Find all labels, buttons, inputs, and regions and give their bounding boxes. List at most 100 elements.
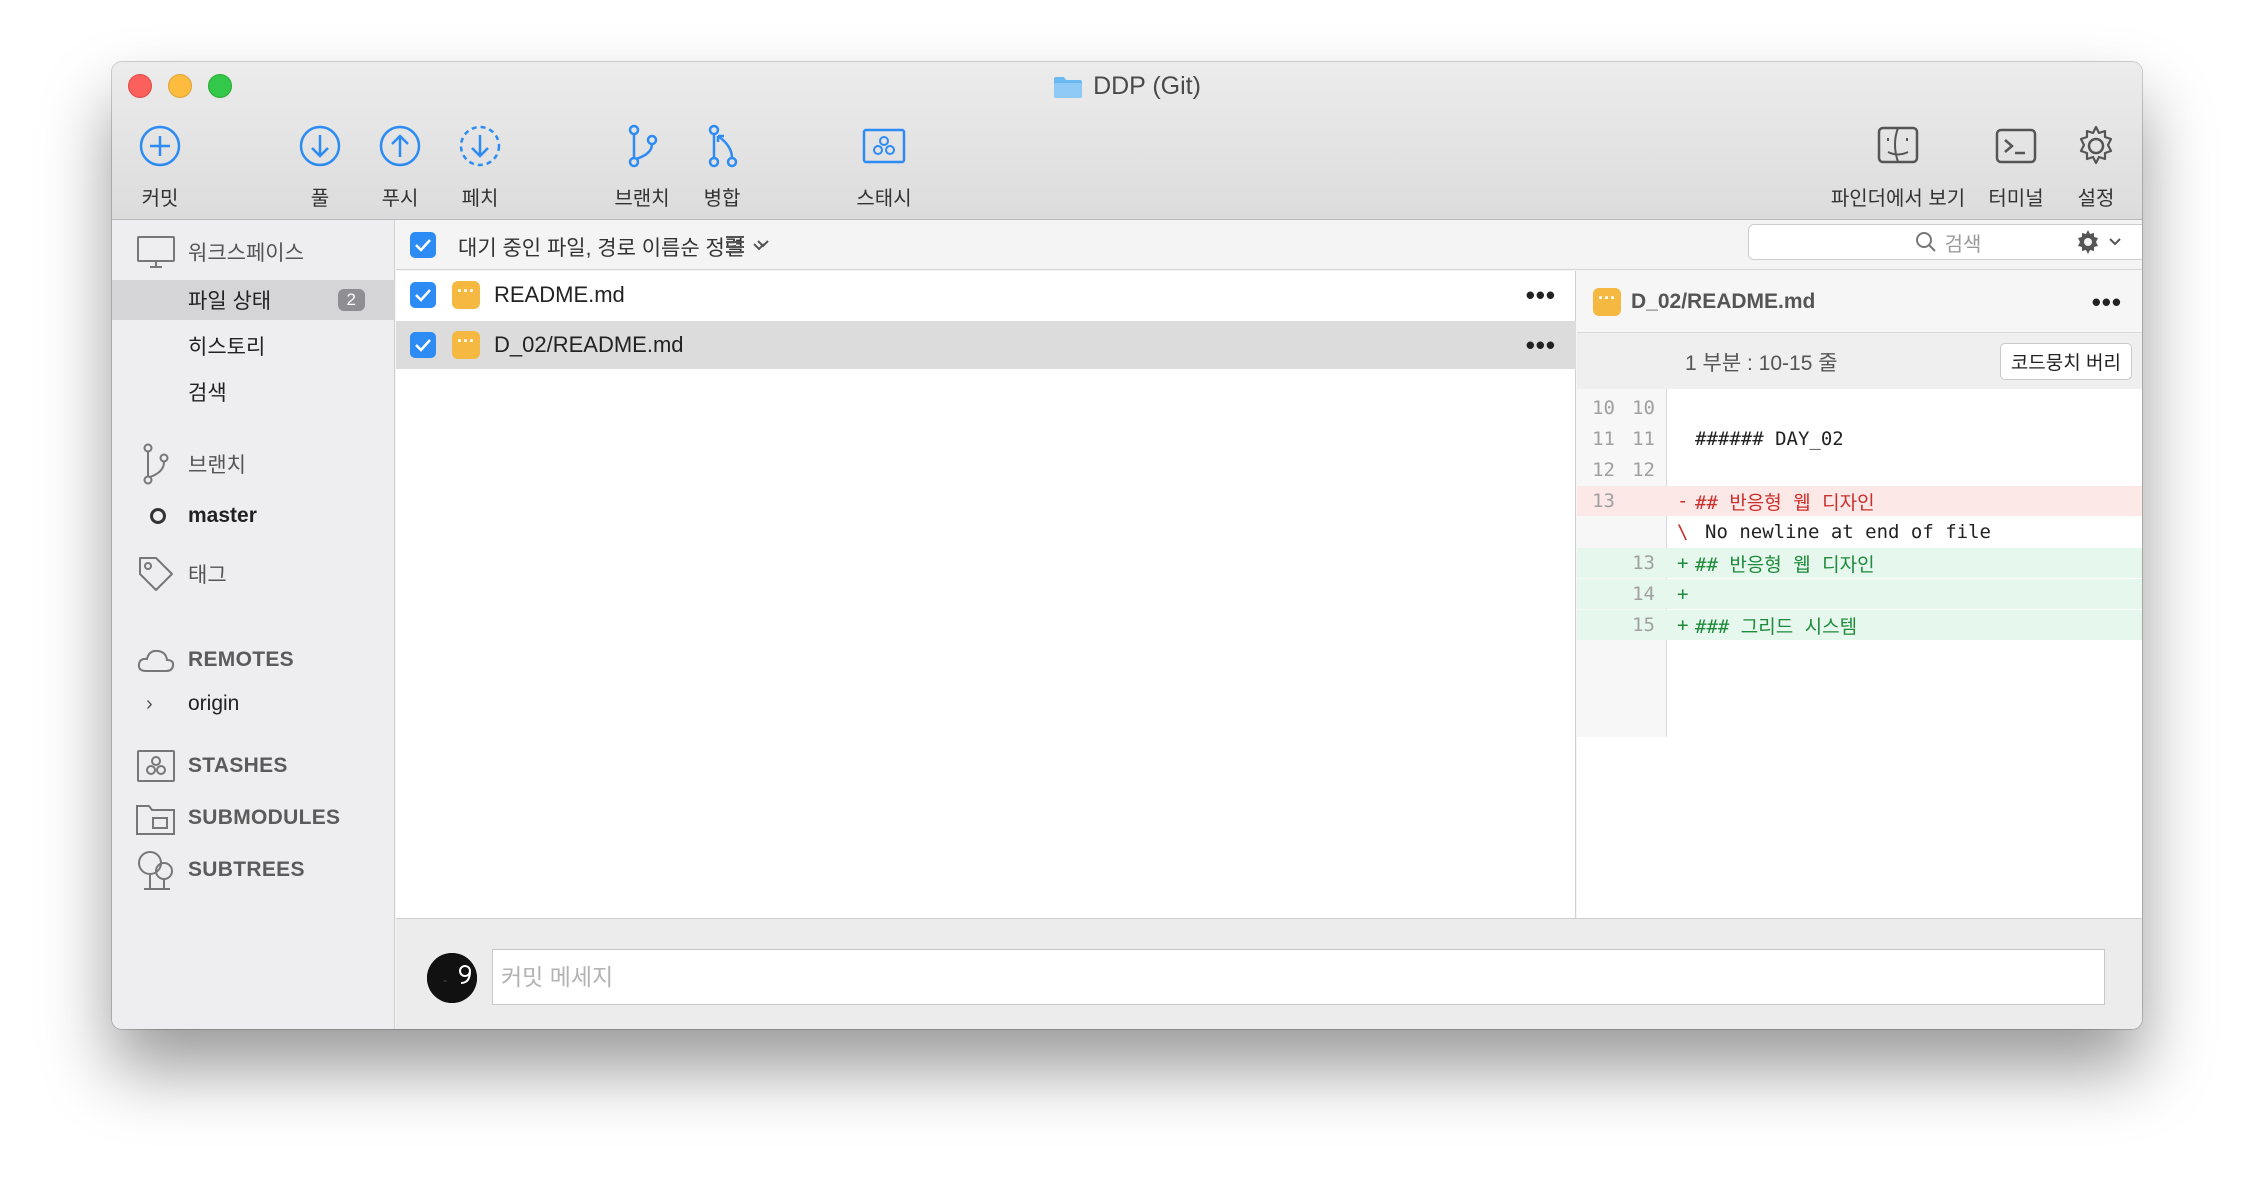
more-actions-button[interactable]: ••• (1526, 330, 1556, 361)
diff-line[interactable]: 14 + (1577, 579, 2142, 609)
file-row[interactable]: ··· D_02/README.md ••• (396, 321, 1576, 369)
sidebar-item-branch-master[interactable]: master (112, 496, 395, 536)
diff-line-text: ## 반응형 웹 디자인 (1695, 553, 1875, 576)
diff-line-text: ## 반응형 웹 디자인 (1695, 491, 1875, 514)
arrow-up-circle-icon (378, 120, 422, 172)
old-line-number: 10 (1592, 397, 1615, 419)
diff-sign: + (1677, 583, 1689, 605)
search-icon (1915, 231, 1937, 253)
diff-sign: + (1677, 552, 1689, 574)
sidebar-item-history[interactable]: 히스토리 (112, 326, 395, 366)
checkmark-icon (415, 289, 431, 302)
diff-line[interactable]: 13 - ## 반응형 웹 디자인 (1577, 486, 2142, 516)
file-name: D_02/README.md (494, 332, 684, 357)
new-line-number: 13 (1632, 552, 1655, 574)
discard-hunk-button[interactable]: 코드뭉치 버리 (1999, 343, 2132, 380)
title-bar: DDP (Git) 커밋 풀 푸시 페치 브랜치 병합 스태시 파인더에서 보기… (112, 62, 2142, 220)
new-line-number: 12 (1632, 459, 1655, 481)
diff-line[interactable]: 12 12 (1577, 455, 2142, 485)
sidebar-section-workspace[interactable]: 워크스페이스 (112, 232, 395, 272)
old-line-number: 13 (1592, 490, 1615, 512)
diff-view: ··· D_02/README.md ••• 1 부분 : 10-15 줄 코드… (1577, 271, 2142, 918)
sidebar-item-file-status[interactable]: 파일 상태 2 (112, 280, 395, 320)
diff-file-name: D_02/README.md (1631, 289, 1816, 313)
show-in-finder-button[interactable]: 파인더에서 보기 (1818, 120, 1978, 211)
sidebar-section-remotes[interactable]: REMOTES (112, 640, 395, 680)
sidebar-section-branches[interactable]: 브랜치 (112, 442, 395, 486)
file-checkbox[interactable] (410, 332, 436, 358)
commit-button[interactable]: 커밋 (112, 120, 215, 211)
diff-line[interactable]: 11 11 ###### DAY_02 (1577, 424, 2142, 454)
sidebar-workspace-label: 워크스페이스 (188, 242, 304, 265)
new-line-number: 15 (1632, 614, 1655, 636)
diff-sign: \ (1677, 521, 1689, 543)
old-line-number: 12 (1592, 459, 1615, 481)
terminal-label: 터미널 (1988, 188, 2044, 210)
diff-line-text: ### 그리드 시스템 (1695, 615, 1858, 638)
sidebar-item-label: 파일 상태 (188, 290, 272, 313)
file-name: README.md (494, 282, 625, 307)
diff-line[interactable]: \ No newline at end of file (1577, 517, 2142, 547)
window-title: DDP (Git) (112, 72, 2142, 101)
diff-line-text: ###### DAY_02 (1695, 428, 1844, 450)
view-mode-dropdown[interactable] (724, 234, 770, 254)
list-icon (724, 234, 746, 254)
sidebar-tags-label: 태그 (188, 564, 227, 587)
file-row[interactable]: ··· README.md ••• (396, 271, 1576, 319)
fetch-button[interactable]: 페치 (425, 120, 535, 211)
merge-button[interactable]: 병합 (667, 120, 777, 211)
diff-line[interactable]: 15 + ### 그리드 시스템 (1577, 610, 2142, 640)
old-line-number: 11 (1592, 428, 1615, 450)
sidebar-section-submodules[interactable]: SUBMODULES (112, 796, 395, 840)
fetch-icon (458, 120, 502, 172)
checkmark-icon (415, 239, 431, 252)
commit-area: ~ (396, 918, 2142, 1029)
new-line-number: 11 (1632, 428, 1655, 450)
options-menu-button[interactable] (2074, 228, 2122, 256)
sidebar-item-label: master (188, 504, 257, 527)
sidebar-item-remote-origin[interactable]: › origin (112, 684, 395, 724)
branch-label: 브랜치 (614, 188, 670, 210)
plus-circle-icon (138, 120, 182, 172)
commit-message-field[interactable] (492, 949, 2105, 1005)
sidebar-subtrees-label: SUBTREES (188, 858, 305, 881)
sidebar-item-label: origin (188, 692, 240, 715)
show-in-finder-label: 파인더에서 보기 (1830, 188, 1966, 210)
stash-button[interactable]: 스태시 (829, 120, 939, 211)
stash-icon (861, 120, 907, 172)
sort-dropdown[interactable]: 대기 중인 파일, 경로 이름순 정렬 (458, 232, 766, 262)
diff-header: ··· D_02/README.md ••• (1577, 271, 2142, 333)
more-actions-button[interactable]: ••• (1526, 280, 1556, 311)
new-line-number: 10 (1632, 397, 1655, 419)
finder-icon (1876, 120, 1920, 172)
folder-icon (1053, 75, 1083, 99)
diff-line[interactable]: 13 + ## 반응형 웹 디자인 (1577, 548, 2142, 578)
sidebar-section-stashes[interactable]: STASHES (112, 744, 395, 788)
merge-icon (700, 120, 744, 172)
fetch-label: 페치 (461, 188, 499, 210)
sidebar-item-search[interactable]: 검색 (112, 372, 395, 412)
current-branch-icon (150, 508, 166, 524)
modified-status-icon: ··· (452, 281, 480, 309)
file-checkbox[interactable] (410, 282, 436, 308)
terminal-icon (1994, 120, 2038, 172)
tree-icon (134, 849, 178, 891)
submodule-icon (134, 800, 178, 836)
svg-text:~: ~ (443, 979, 447, 985)
sidebar-branches-label: 브랜치 (188, 454, 246, 477)
select-all-checkbox[interactable] (410, 232, 436, 258)
more-actions-button[interactable]: ••• (2092, 287, 2122, 318)
diff-line-text: No newline at end of file (1705, 521, 1991, 543)
modified-status-icon: ··· (1593, 287, 1621, 316)
checkmark-icon (415, 339, 431, 352)
diff-line[interactable]: 10 10 (1577, 393, 2142, 423)
push-label: 푸시 (381, 188, 419, 210)
commit-message-input[interactable] (493, 950, 2104, 1004)
sidebar-section-tags[interactable]: 태그 (112, 552, 395, 596)
arrow-down-circle-icon (298, 120, 342, 172)
avatar: ~ (427, 953, 477, 1003)
new-line-number: 14 (1632, 583, 1655, 605)
sidebar-section-subtrees[interactable]: SUBTREES (112, 848, 395, 892)
hunk-header-text: 1 부분 : 10-15 줄 (1685, 352, 1838, 375)
settings-button[interactable]: 설정 (2041, 120, 2142, 211)
